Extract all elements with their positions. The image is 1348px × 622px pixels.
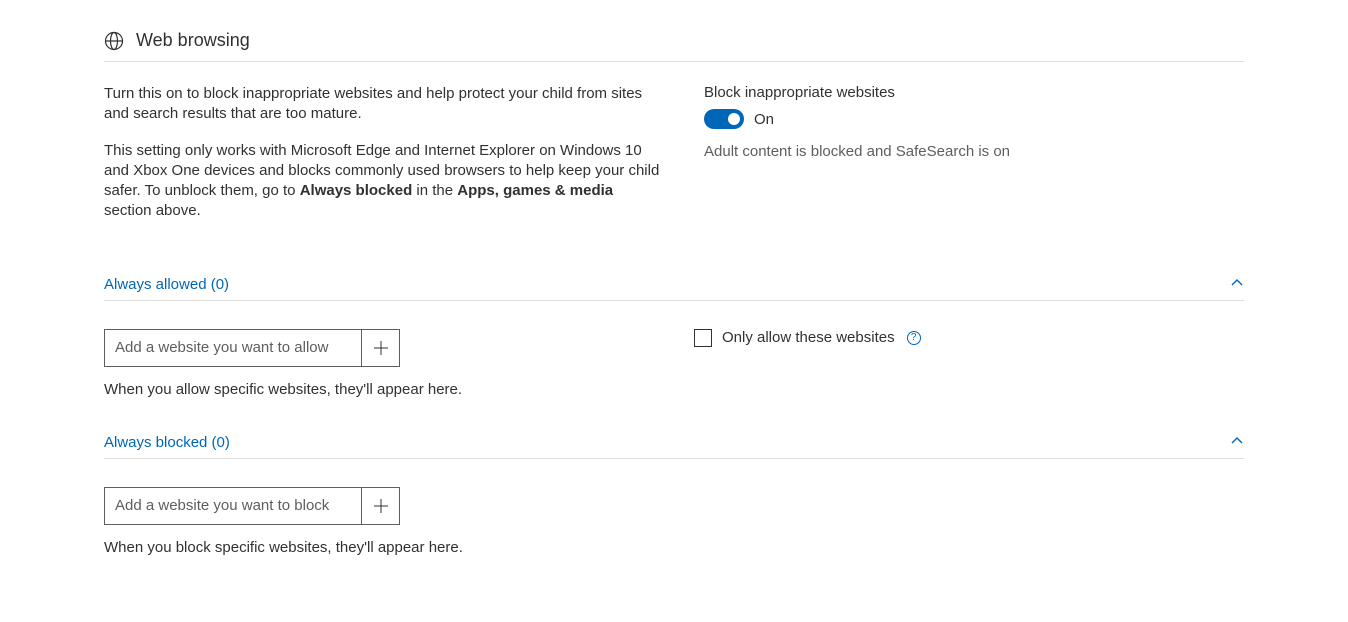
help-icon[interactable]: ? — [907, 331, 921, 345]
always-allowed-label: Always allowed (0) — [104, 276, 229, 293]
intro-left: Turn this on to block inappropriate webs… — [104, 84, 664, 238]
chevron-up-icon — [1230, 276, 1244, 294]
always-blocked-header[interactable]: Always blocked (0) — [104, 434, 1244, 459]
toggle-knob — [728, 113, 740, 125]
add-allowed-button[interactable] — [361, 330, 399, 366]
always-blocked-label: Always blocked (0) — [104, 434, 230, 451]
blocked-hint: When you block specific websites, they'l… — [104, 539, 1244, 556]
intro-row: Turn this on to block inappropriate webs… — [104, 84, 1244, 238]
allowed-hint: When you allow specific websites, they'l… — [104, 381, 1244, 398]
intro-para-2-post: section above. — [104, 202, 201, 219]
add-blocked-button[interactable] — [361, 488, 399, 524]
intro-para-1: Turn this on to block inappropriate webs… — [104, 84, 664, 125]
intro-para-2: This setting only works with Microsoft E… — [104, 141, 664, 222]
plus-icon — [373, 340, 389, 356]
only-allow-label: Only allow these websites — [722, 329, 895, 346]
toggle-state: On — [754, 111, 774, 128]
allowed-input-row: Only allow these websites ? — [104, 329, 1244, 367]
only-allow-row: Only allow these websites ? — [694, 329, 921, 347]
toggle-label: Block inappropriate websites — [704, 84, 1244, 101]
intro-para-2-bold1: Always blocked — [300, 182, 413, 199]
blocked-website-input[interactable] — [105, 489, 361, 522]
section-title: Web browsing — [136, 30, 250, 51]
intro-para-2-mid: in the — [412, 182, 457, 199]
chevron-up-icon — [1230, 434, 1244, 452]
allowed-website-input[interactable] — [105, 331, 361, 364]
intro-para-2-bold2: Apps, games & media — [457, 182, 613, 199]
toggle-subtext: Adult content is blocked and SafeSearch … — [704, 143, 1244, 160]
toggle-row: On — [704, 109, 1244, 129]
only-allow-checkbox[interactable] — [694, 329, 712, 347]
plus-icon — [373, 498, 389, 514]
always-allowed-header[interactable]: Always allowed (0) — [104, 276, 1244, 301]
allowed-input-wrap — [104, 329, 400, 367]
block-websites-toggle[interactable] — [704, 109, 744, 129]
blocked-input-row — [104, 487, 1244, 525]
globe-icon — [104, 31, 124, 51]
blocked-input-wrap — [104, 487, 400, 525]
section-header: Web browsing — [104, 30, 1244, 62]
intro-right: Block inappropriate websites On Adult co… — [704, 84, 1244, 238]
